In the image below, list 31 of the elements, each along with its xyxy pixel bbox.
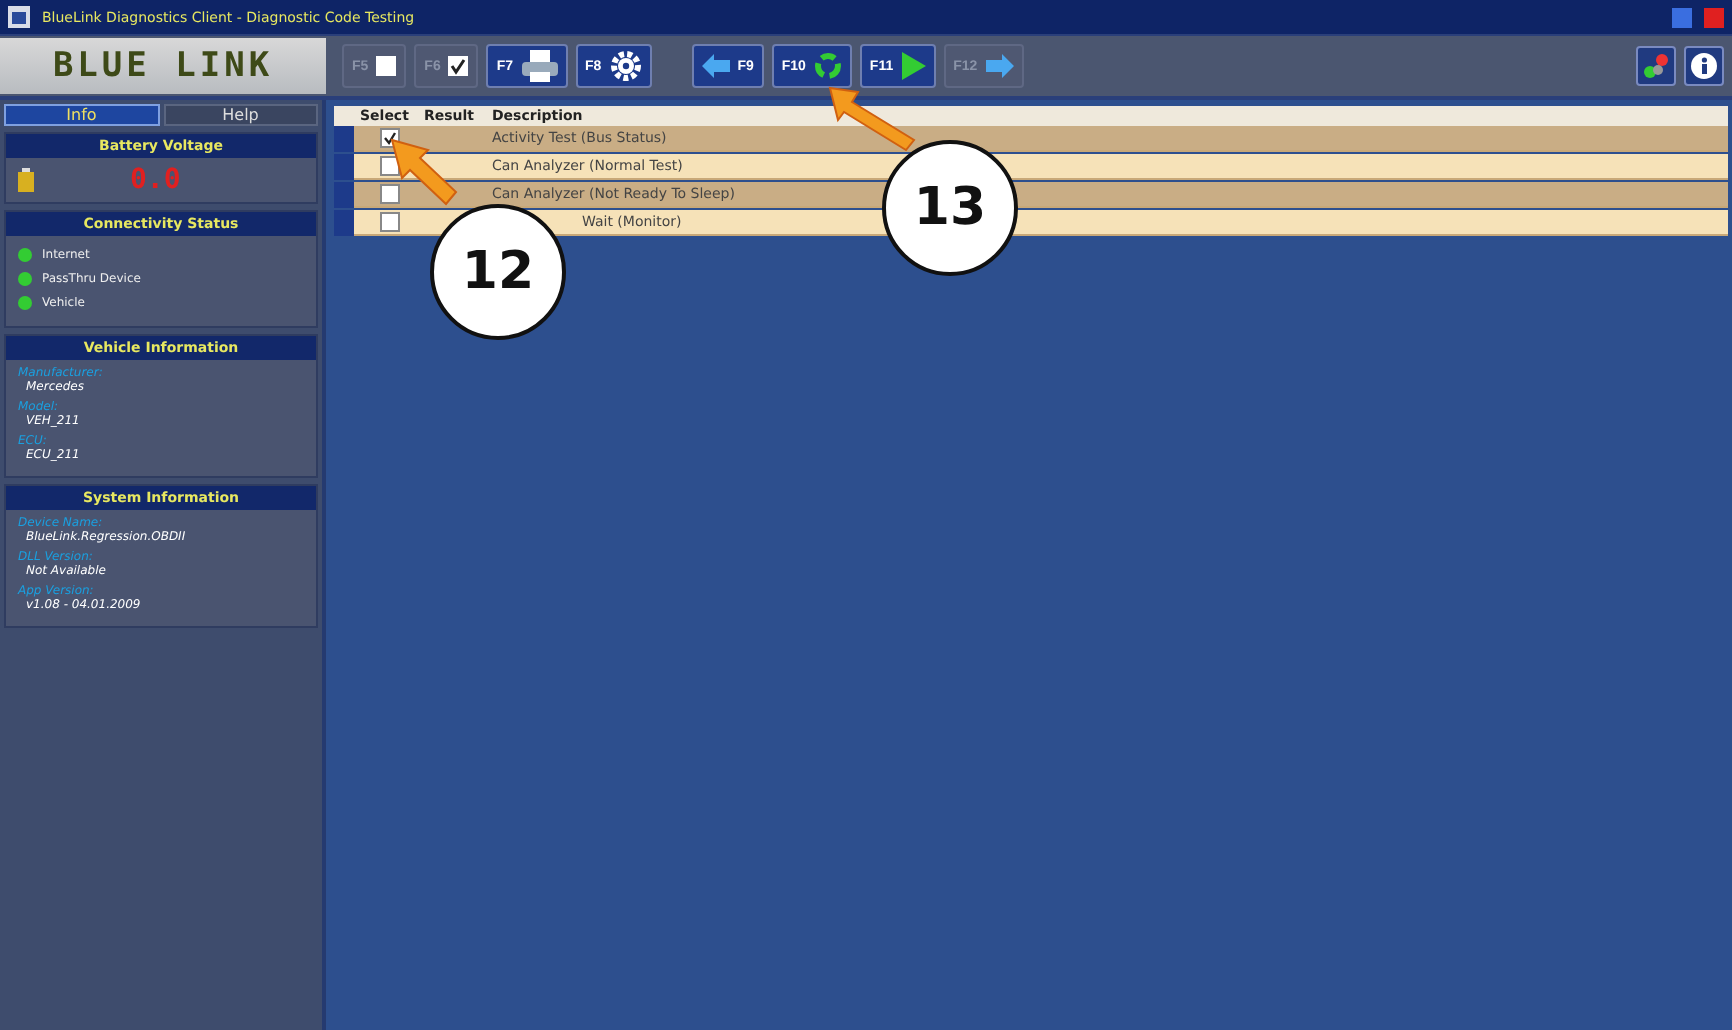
network-icon [1642,52,1670,80]
network-button[interactable] [1636,46,1676,86]
sidebar-tab[interactable]: Info [4,104,159,126]
recycle-icon [813,52,842,80]
callout-number: 12 [430,204,566,340]
right-arrow-icon [985,54,1014,78]
voltage-reading: 0.0 [130,164,181,196]
info-icon [1690,52,1718,80]
close-button[interactable] [1704,7,1724,27]
callout-number: 13 [882,140,1018,276]
row-checkbox[interactable] [380,156,400,176]
minimize-button[interactable] [1672,7,1692,27]
status-dot [18,272,32,286]
gear-icon [609,50,642,82]
row-checkbox[interactable] [380,184,400,204]
column-header [334,106,354,126]
status-dot [18,296,32,310]
callout-arrow [388,136,460,208]
play-icon [901,52,926,80]
printer-icon [521,50,558,82]
help-button[interactable] [1684,46,1724,86]
logo: BLUE LINK [0,38,326,94]
row-checkbox[interactable] [380,212,400,232]
square-icon [376,56,397,76]
battery-icon [18,168,34,192]
app-icon [8,6,30,28]
callout-arrow [826,84,918,152]
status-dot [18,248,32,262]
left-arrow-icon [701,54,730,78]
sidebar-tab[interactable]: Help [163,104,318,126]
checkbox-icon [448,56,469,76]
